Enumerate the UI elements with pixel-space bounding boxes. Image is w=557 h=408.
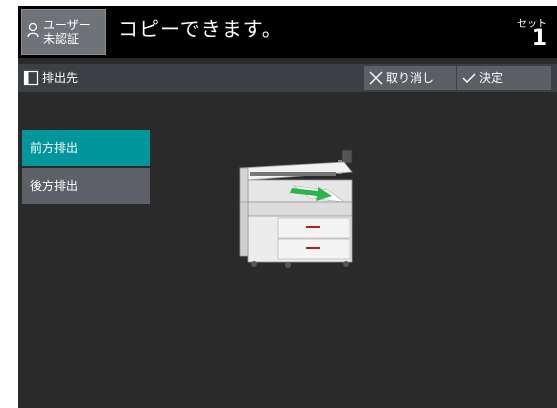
close-x-icon: [369, 71, 383, 85]
user-label-line1: ユーザー: [43, 18, 91, 32]
copier-screen: ユーザー 未認証 コピーできます。 セット 1 排出先 取り消し 決定 前方排出…: [18, 6, 557, 408]
status-bar: ユーザー 未認証 コピーできます。 セット 1: [18, 6, 557, 58]
user-auth-button[interactable]: ユーザー 未認証: [21, 9, 106, 55]
confirm-label: 決定: [479, 71, 504, 85]
option-front-output[interactable]: 前方排出: [22, 130, 150, 166]
status-message: コピーできます。: [118, 17, 283, 41]
title-bar: 排出先 取り消し 決定: [18, 64, 557, 92]
set-count: 1: [531, 26, 547, 51]
confirm-button[interactable]: 決定: [457, 66, 551, 90]
option-rear-output[interactable]: 後方排出: [22, 168, 150, 204]
user-label-line2: 未認証: [43, 32, 80, 46]
printer-illustration: [239, 149, 353, 268]
checkmark-icon: [462, 73, 476, 83]
user-icon: [27, 22, 39, 38]
output-tray-icon: [23, 70, 39, 86]
cancel-button[interactable]: 取り消し: [364, 66, 456, 90]
cancel-label: 取り消し: [386, 71, 435, 85]
page-title: 排出先: [42, 71, 79, 85]
